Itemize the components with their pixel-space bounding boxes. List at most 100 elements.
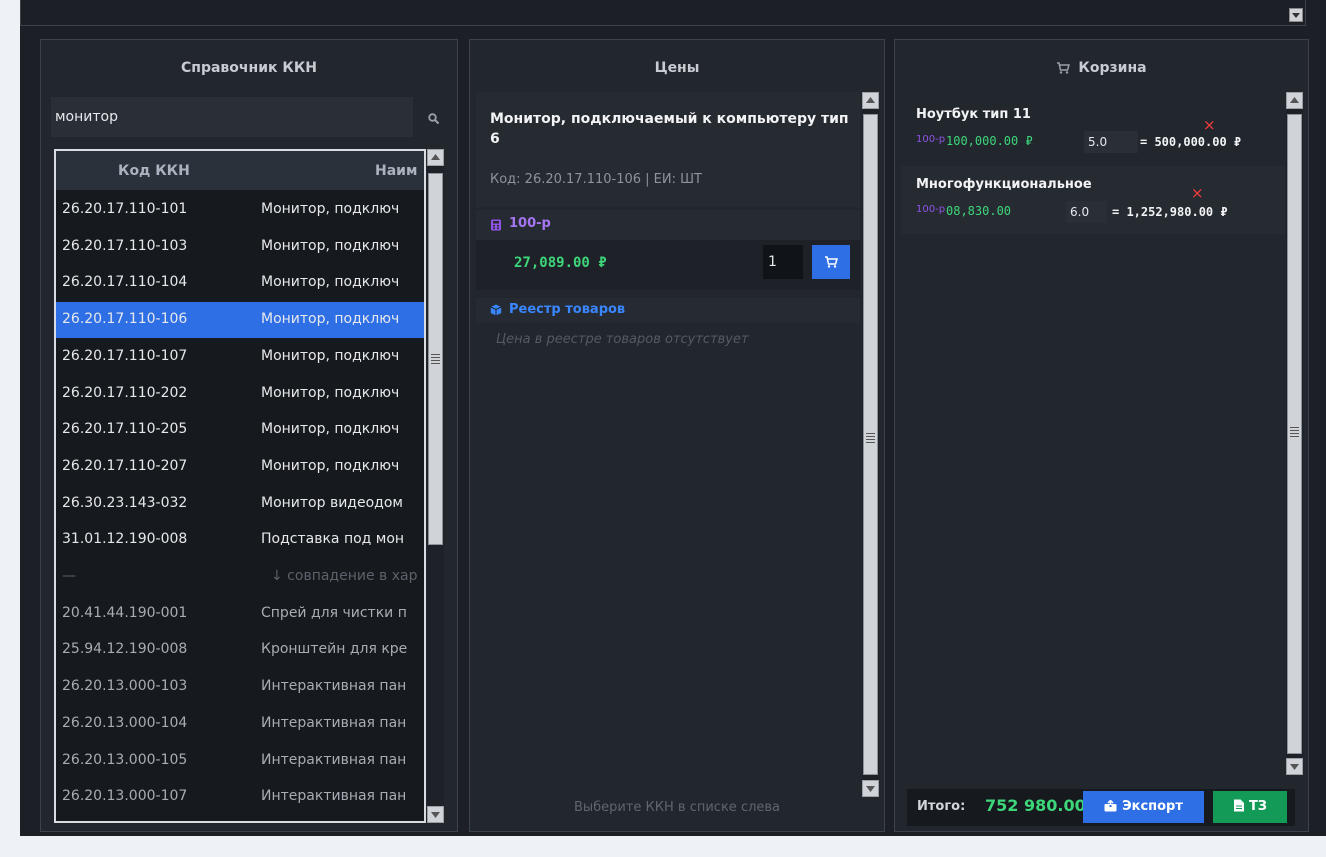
cell-code: 26.20.17.110-103 [62, 237, 188, 254]
cell-name: Монитор видеодом [261, 494, 403, 511]
quantity-input[interactable]: 1 [763, 245, 803, 279]
scroll-up-button[interactable] [1286, 92, 1303, 109]
cart-item-qty[interactable]: 6.0 [1066, 201, 1106, 223]
registry-header: Реестр товаров [476, 298, 860, 323]
cart-panel: Корзина Ноутбук тип 11 100-р 100,000.00 … [894, 39, 1309, 832]
chevron-down-icon [1292, 13, 1300, 18]
cart-item-qty[interactable]: 5.0 [1084, 131, 1138, 153]
chevron-down-icon [1290, 764, 1299, 770]
total-label: Итого: [917, 799, 966, 814]
cell-code: 26.20.17.110-107 [62, 347, 188, 364]
cart-item: Многофункциональное 100-р 08,830.00 6.0 … [901, 166, 1285, 234]
box-icon [490, 304, 502, 316]
cart-item: Ноутбук тип 11 100-р 100,000.00 ₽ 5.0 = … [901, 96, 1285, 166]
search-input[interactable] [51, 97, 413, 137]
table-row[interactable]: 26.20.17.110-202 Монитор, подключ [56, 376, 424, 412]
cell-code: 26.20.13.000-104 [62, 714, 188, 731]
cart-scrollbar[interactable] [1286, 92, 1303, 775]
tz-label: ТЗ [1248, 799, 1268, 814]
cell-name: Интерактивная пан [261, 751, 407, 768]
top-toolbar [20, 0, 1306, 26]
cell-name: Монитор, подключ [261, 384, 400, 401]
prices-scrollbar[interactable] [862, 92, 879, 797]
total-value: 752 980.00 [985, 796, 1085, 815]
cell-name: Подставка под мон [261, 531, 405, 548]
cart-item-price: 100,000.00 ₽ [946, 134, 1033, 148]
table-row[interactable]: 26.20.17.110-106 Монитор, подключ [56, 302, 424, 339]
scroll-thumb[interactable] [1287, 114, 1302, 754]
remove-item-button[interactable]: × [1191, 184, 1204, 202]
product-header: Монитор, подключаемый к компьютеру тип 6… [476, 92, 860, 207]
cell-code: — [62, 568, 76, 584]
table-row[interactable]: 26.20.17.110-207 Монитор, подключ [56, 449, 424, 485]
table-row[interactable]: 26.20.13.000-107 Интерактивная пан [56, 779, 424, 815]
scroll-down-button[interactable] [1286, 758, 1303, 775]
kkn-directory-panel: Справочник ККН Код ККН Наим 26.20.17.110… [40, 39, 458, 832]
cell-code: 26.30.23.143-032 [62, 494, 188, 511]
table-row[interactable]: 25.94.12.190-008 Кронштейн для кре [56, 632, 424, 668]
cell-name: Монитор, подключ [261, 274, 400, 291]
calculator-icon [491, 219, 501, 231]
column-header-code[interactable]: Код ККН [118, 151, 190, 190]
scroll-up-button[interactable] [427, 149, 444, 166]
add-to-cart-button[interactable] [812, 245, 850, 279]
export-icon [1104, 799, 1117, 811]
table-header: Код ККН Наим [56, 151, 424, 190]
chevron-down-icon [431, 812, 440, 818]
table-row[interactable]: — ↓ совпадение в хар [56, 559, 424, 595]
cell-code: 25.94.12.190-008 [62, 641, 188, 658]
scroll-down-button[interactable] [862, 780, 879, 797]
table-row[interactable]: 26.20.17.110-103 Монитор, подключ [56, 229, 424, 265]
table-row[interactable]: 26.20.17.110-101 Монитор, подключ [56, 192, 424, 228]
scroll-thumb[interactable] [863, 114, 878, 775]
table-row[interactable]: 20.41.44.190-001 Спрей для чистки п [56, 596, 424, 632]
price-source-label: 100-р [509, 216, 551, 231]
scroll-down-button[interactable] [1289, 8, 1303, 22]
prices-panel-title: Цены [654, 60, 700, 76]
cell-name: Монитор, подключ [261, 201, 400, 217]
cell-name: Монитор, подключ [261, 311, 400, 328]
column-header-name[interactable]: Наим [375, 151, 417, 190]
cell-code: 26.20.17.110-205 [62, 421, 188, 438]
scroll-thumb[interactable] [428, 173, 443, 545]
cell-code: 20.41.44.190-001 [62, 604, 188, 621]
search-icon[interactable] [427, 112, 441, 126]
product-code: Код: 26.20.17.110-106 | ЕИ: ШТ [490, 172, 702, 187]
registry-title: Реестр товаров [509, 302, 626, 317]
export-label: Экспорт [1122, 799, 1183, 814]
cart-footer: Итого: 752 980.00 Экспорт ТЗ [907, 789, 1295, 826]
export-button[interactable]: Экспорт [1083, 791, 1204, 823]
cell-code: 26.20.13.000-105 [62, 751, 188, 768]
cart-icon [825, 256, 838, 268]
table-row[interactable]: 26.20.17.110-104 Монитор, подключ [56, 265, 424, 301]
table-row[interactable]: 26.20.17.110-107 Монитор, подключ [56, 339, 424, 375]
chevron-up-icon [866, 97, 875, 103]
price-row: 27,089.00 ₽ 1 [476, 240, 860, 290]
cell-code: 31.01.12.190-008 [62, 531, 188, 548]
scroll-down-button[interactable] [427, 806, 444, 823]
cell-name: Интерактивная пан [261, 714, 407, 731]
table-scrollbar[interactable] [427, 149, 444, 823]
remove-item-button[interactable]: × [1203, 116, 1216, 134]
table-row[interactable]: 26.20.13.000-104 Интерактивная пан [56, 706, 424, 742]
cart-item-total: = 500,000.00 ₽ [1140, 135, 1242, 149]
cell-name: Интерактивная пан [261, 678, 407, 695]
cell-name: Интерактивная пан [261, 788, 407, 805]
table-row[interactable]: 26.20.13.000-105 Интерактивная пан [56, 743, 424, 779]
cart-item-name: Ноутбук тип 11 [916, 107, 1031, 122]
table-row[interactable]: 26.20.17.110-205 Монитор, подключ [56, 412, 424, 448]
cell-code: 26.20.17.110-104 [62, 274, 188, 291]
prices-footer-hint: Выберите ККН в списке слева [573, 800, 781, 815]
cell-name: Монитор, подключ [261, 421, 400, 438]
chevron-down-icon [866, 786, 875, 792]
table-row[interactable]: 26.30.23.143-032 Монитор видеодом [56, 486, 424, 522]
table-row[interactable]: 31.01.12.190-008 Подставка под мон [56, 522, 424, 558]
cell-name: Кронштейн для кре [261, 641, 408, 658]
cell-name: Монитор, подключ [261, 347, 400, 364]
kkn-panel-title: Справочник ККН [181, 60, 317, 76]
tz-button[interactable]: ТЗ [1213, 791, 1287, 823]
cell-name: Спрей для чистки п [261, 604, 407, 621]
scroll-up-button[interactable] [862, 92, 879, 109]
table-row[interactable]: 26.20.13.000-103 Интерактивная пан [56, 669, 424, 705]
cell-name: Монитор, подключ [261, 457, 400, 474]
